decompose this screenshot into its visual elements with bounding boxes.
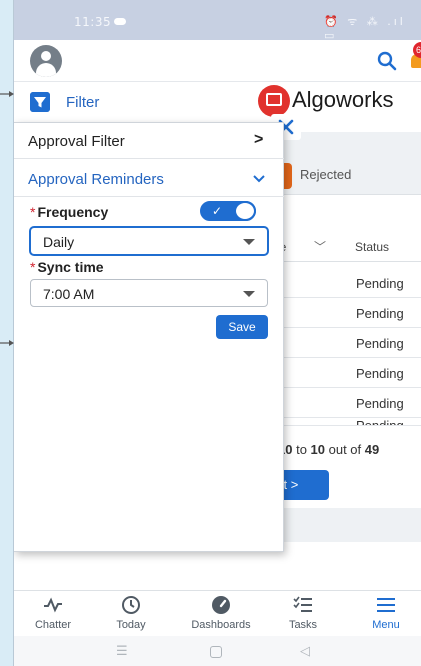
status-cell: Pending — [356, 306, 404, 321]
table-row[interactable]: Pending — [267, 298, 421, 328]
bottom-nav: Chatter Today Dashboards Tasks Menu — [14, 590, 421, 636]
table-row[interactable]: Pending — [267, 268, 421, 298]
sync-time-select[interactable]: 7:00 AM — [30, 279, 268, 307]
sync-time-label: * Sync time — [30, 259, 104, 275]
system-icons: ⏰ ᯤ ⁂ .ıl ▭ — [324, 15, 406, 42]
hamburger-icon — [377, 598, 395, 612]
status-cell: Pending — [356, 396, 404, 411]
status-cell: Pending — [356, 336, 404, 351]
app-header: 6 — [14, 40, 421, 82]
filter-bar: Filter Algoworks — [14, 82, 421, 122]
chevron-down-icon[interactable]: ﹀ — [314, 238, 326, 255]
chevron-down-icon — [253, 175, 265, 183]
table-row[interactable]: Pending — [267, 414, 421, 426]
table-row[interactable]: Pending — [267, 358, 421, 388]
brand-name: Algoworks — [292, 87, 394, 112]
activity-icon — [44, 597, 62, 613]
system-nav: ☰ ◁ — [14, 636, 421, 666]
frequency-toggle[interactable]: ✓ — [200, 201, 256, 221]
check-icon: ✓ — [212, 204, 223, 218]
avatar-body — [36, 63, 56, 77]
toggle-knob — [234, 201, 256, 221]
avatar-head — [41, 51, 51, 61]
checklist-icon — [293, 596, 312, 612]
recents-button[interactable]: ☰ — [116, 643, 128, 659]
clock-icon — [122, 596, 140, 614]
filter-icon[interactable] — [30, 92, 50, 112]
app-frame: 11:35 ⏰ ᯤ ⁂ .ıl ▭ 6 Filter Algoworks Rej… — [14, 0, 421, 666]
approval-reminders-label: Approval Reminders — [28, 171, 164, 188]
status-cell: Pending — [356, 418, 404, 426]
status-time: 11:35 — [74, 15, 112, 29]
avatar[interactable] — [30, 45, 62, 77]
nav-today[interactable]: Today — [96, 595, 166, 635]
frequency-label: * Frequency — [30, 204, 109, 220]
rejected-tab[interactable]: Rejected — [300, 167, 351, 182]
approval-reminders-row[interactable]: Approval Reminders — [14, 161, 284, 197]
save-button[interactable]: Save — [216, 315, 268, 339]
status-cell: Pending — [356, 366, 404, 381]
status-cell: Pending — [356, 276, 404, 291]
nav-dashboards[interactable]: Dashboards — [186, 595, 256, 635]
nav-chatter[interactable]: Chatter — [18, 595, 88, 635]
cloud-icon — [114, 18, 126, 25]
search-icon[interactable] — [376, 50, 398, 72]
back-button[interactable]: ◁ — [300, 643, 310, 659]
table-row[interactable]: Pending — [267, 328, 421, 358]
status-bar: 11:35 ⏰ ᯤ ⁂ .ıl ▭ — [14, 0, 421, 42]
chevron-right-icon: > — [254, 131, 264, 148]
arrow-right-icon — [0, 340, 14, 346]
home-button[interactable] — [210, 646, 222, 658]
pagination-range: 10 to 10 out of 49 — [278, 442, 380, 457]
approval-filter-row[interactable]: Approval Filter > — [14, 123, 284, 159]
frequency-select[interactable]: Daily — [30, 227, 268, 255]
caret-down-icon — [243, 291, 255, 297]
approval-filter-label: Approval Filter — [28, 133, 125, 150]
table-header: pe ﹀ Status — [267, 232, 421, 262]
arrow-right-icon — [0, 91, 14, 97]
algoworks-logo — [258, 85, 290, 117]
nav-menu[interactable]: Menu — [351, 595, 421, 635]
gauge-icon — [212, 596, 230, 614]
frequency-value: Daily — [43, 234, 75, 250]
filter-panel: Approval Filter > Approval Reminders * Fr… — [14, 122, 284, 552]
caret-down-icon — [243, 239, 255, 245]
filter-label[interactable]: Filter — [66, 94, 99, 111]
column-status: Status — [355, 240, 390, 254]
nav-tasks[interactable]: Tasks — [268, 595, 338, 635]
sync-time-value: 7:00 AM — [43, 286, 95, 302]
